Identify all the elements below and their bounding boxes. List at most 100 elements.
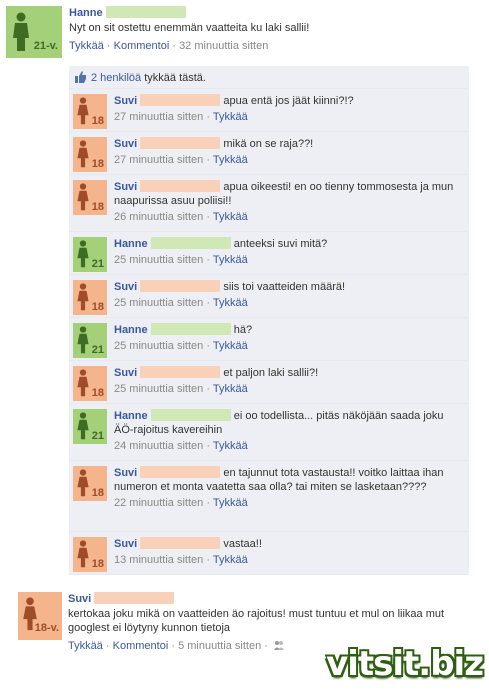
likes-row: 2 henkilöä tykkää tästä. bbox=[69, 66, 469, 89]
comment-text: siis toi vaatteiden määrä! bbox=[223, 281, 346, 293]
female-figure-icon bbox=[76, 183, 90, 211]
female-figure-icon bbox=[12, 12, 30, 52]
comment-like-link[interactable]: Tykkää bbox=[213, 340, 248, 352]
female-figure-icon bbox=[76, 326, 90, 354]
post-author[interactable]: Suvi bbox=[68, 593, 91, 605]
blurred-surname bbox=[150, 237, 231, 249]
comment-time: 22 minuuttia sitten bbox=[114, 497, 204, 509]
comment-author[interactable]: Suvi bbox=[114, 181, 137, 193]
comment-time: 25 minuuttia sitten bbox=[114, 340, 204, 352]
avatar-age-label: 18 bbox=[91, 201, 104, 213]
comment-row: 18 Suvi et paljon laki sallii?! 25 minuutt… bbox=[69, 361, 469, 404]
comment-like-link[interactable]: Tykkää bbox=[213, 383, 248, 395]
avatar-age-label: 18 bbox=[91, 158, 104, 170]
watermark-logo: vitsit.biz bbox=[326, 644, 484, 684]
comment-like-link[interactable]: Tykkää bbox=[213, 111, 248, 123]
blurred-surname bbox=[140, 466, 221, 478]
post-time: 5 minuuttia sitten bbox=[178, 640, 262, 652]
comment-author[interactable]: Hanne bbox=[114, 410, 148, 422]
comment-row: 18 Suvi apua entä jos jäät kiinni?!? 27 mi… bbox=[69, 89, 469, 132]
comment-like-link[interactable]: Tykkää bbox=[213, 497, 248, 509]
comment-time: 25 minuuttia sitten bbox=[114, 254, 204, 266]
avatar-age-label: 21 bbox=[91, 344, 104, 356]
female-figure-icon bbox=[76, 240, 90, 268]
comment-row: 21 Hanne hä? 25 minuuttia sitten · Tykkää bbox=[69, 318, 469, 361]
comment-like-link[interactable]: Tykkää bbox=[213, 211, 248, 223]
friends-privacy-icon[interactable] bbox=[274, 640, 284, 650]
like-link[interactable]: Tykkää bbox=[68, 640, 103, 652]
commenter-avatar[interactable]: 18 bbox=[73, 366, 107, 401]
avatar-age-label: 21 bbox=[91, 258, 104, 270]
avatar-age-label: 18-v. bbox=[34, 622, 59, 634]
comment-like-link[interactable]: Tykkää bbox=[213, 297, 248, 309]
comment-author[interactable]: Suvi bbox=[114, 281, 137, 293]
hanne-avatar[interactable]: 21-v. bbox=[6, 6, 62, 58]
avatar-age-label: 21-v. bbox=[33, 40, 58, 52]
comment-text: anteeksi suvi mitä? bbox=[233, 238, 328, 250]
comment-link[interactable]: Kommentoi bbox=[114, 40, 170, 52]
suvi-avatar[interactable]: 18-v. bbox=[18, 592, 62, 640]
comment-time: 13 minuuttia sitten bbox=[114, 554, 204, 566]
blurred-surname bbox=[150, 323, 231, 335]
commenter-avatar[interactable]: 18 bbox=[73, 466, 107, 501]
comment-text: et paljon laki sallii?! bbox=[223, 367, 319, 379]
likes-count-link[interactable]: 2 henkilöä bbox=[91, 72, 141, 84]
post-author[interactable]: Hanne bbox=[69, 7, 103, 19]
comment-like-link[interactable]: Tykkää bbox=[213, 554, 248, 566]
female-figure-icon bbox=[76, 412, 90, 440]
commenter-avatar[interactable]: 18 bbox=[73, 180, 107, 215]
post-time: 32 minuuttia sitten bbox=[179, 40, 269, 52]
comment-time: 25 minuuttia sitten bbox=[114, 383, 204, 395]
commenter-avatar[interactable]: 21 bbox=[73, 323, 107, 358]
avatar-age-label: 21 bbox=[91, 430, 104, 442]
blurred-surname bbox=[94, 592, 175, 604]
comment-like-link[interactable]: Tykkää bbox=[213, 254, 248, 266]
commenter-avatar[interactable]: 18 bbox=[73, 537, 107, 572]
like-link[interactable]: Tykkää bbox=[69, 40, 104, 52]
avatar-age-label: 18 bbox=[91, 487, 104, 499]
post-message: kertokaa joku mikä on vaatteiden äo rajo… bbox=[68, 608, 445, 634]
commenter-avatar[interactable]: 18 bbox=[73, 137, 107, 172]
likes-suffix: tykkää tästä. bbox=[144, 72, 206, 84]
blurred-surname bbox=[140, 366, 221, 378]
comment-author[interactable]: Suvi bbox=[114, 138, 137, 150]
comment-text: hä? bbox=[233, 324, 253, 336]
avatar-age-label: 18 bbox=[91, 301, 104, 313]
female-figure-icon bbox=[76, 283, 90, 311]
blurred-surname bbox=[105, 6, 186, 18]
female-figure-icon bbox=[76, 369, 90, 397]
blurred-surname bbox=[140, 537, 221, 549]
commenter-avatar[interactable]: 21 bbox=[73, 409, 107, 444]
comment-row: 18 Suvi en tajunnut tota vastausta!! voit… bbox=[69, 461, 469, 532]
commenter-avatar[interactable]: 18 bbox=[73, 94, 107, 129]
comment-author[interactable]: Suvi bbox=[114, 367, 137, 379]
comment-author[interactable]: Suvi bbox=[114, 538, 137, 550]
commenter-avatar[interactable]: 18 bbox=[73, 280, 107, 315]
comment-author[interactable]: Suvi bbox=[114, 467, 137, 479]
comment-text: vastaa!! bbox=[223, 538, 262, 550]
blurred-surname bbox=[140, 94, 221, 106]
comment-author[interactable]: Hanne bbox=[114, 238, 148, 250]
comment-row: 18 Suvi apua oikeesti! en oo tienny tommo… bbox=[69, 175, 469, 232]
comment-row: 21 Hanne anteeksi suvi mitä? 25 minuuttia … bbox=[69, 232, 469, 275]
female-figure-icon bbox=[76, 469, 90, 497]
avatar-age-label: 18 bbox=[91, 558, 104, 570]
comment-like-link[interactable]: Tykkää bbox=[213, 440, 248, 452]
comment-text: apua entä jos jäät kiinni?!? bbox=[223, 95, 354, 107]
female-figure-icon bbox=[76, 140, 90, 168]
comment-author[interactable]: Suvi bbox=[114, 95, 137, 107]
comment-row: 18 Suvi vastaa!! 13 minuuttia sitten · Tyk… bbox=[69, 532, 469, 575]
comment-time: 24 minuuttia sitten bbox=[114, 440, 204, 452]
comment-like-link[interactable]: Tykkää bbox=[213, 154, 248, 166]
thumbs-up-icon bbox=[75, 71, 87, 83]
female-figure-icon bbox=[76, 97, 90, 125]
comment-time: 27 minuuttia sitten bbox=[114, 154, 204, 166]
commenter-avatar[interactable]: 21 bbox=[73, 237, 107, 272]
blurred-surname bbox=[140, 137, 221, 149]
comment-time: 26 minuuttia sitten bbox=[114, 211, 204, 223]
comment-text: mikä on se raja??! bbox=[223, 138, 314, 150]
comment-link[interactable]: Kommentoi bbox=[113, 640, 169, 652]
comment-author[interactable]: Hanne bbox=[114, 324, 148, 336]
avatar-age-label: 18 bbox=[91, 115, 104, 127]
blurred-surname bbox=[150, 409, 231, 421]
